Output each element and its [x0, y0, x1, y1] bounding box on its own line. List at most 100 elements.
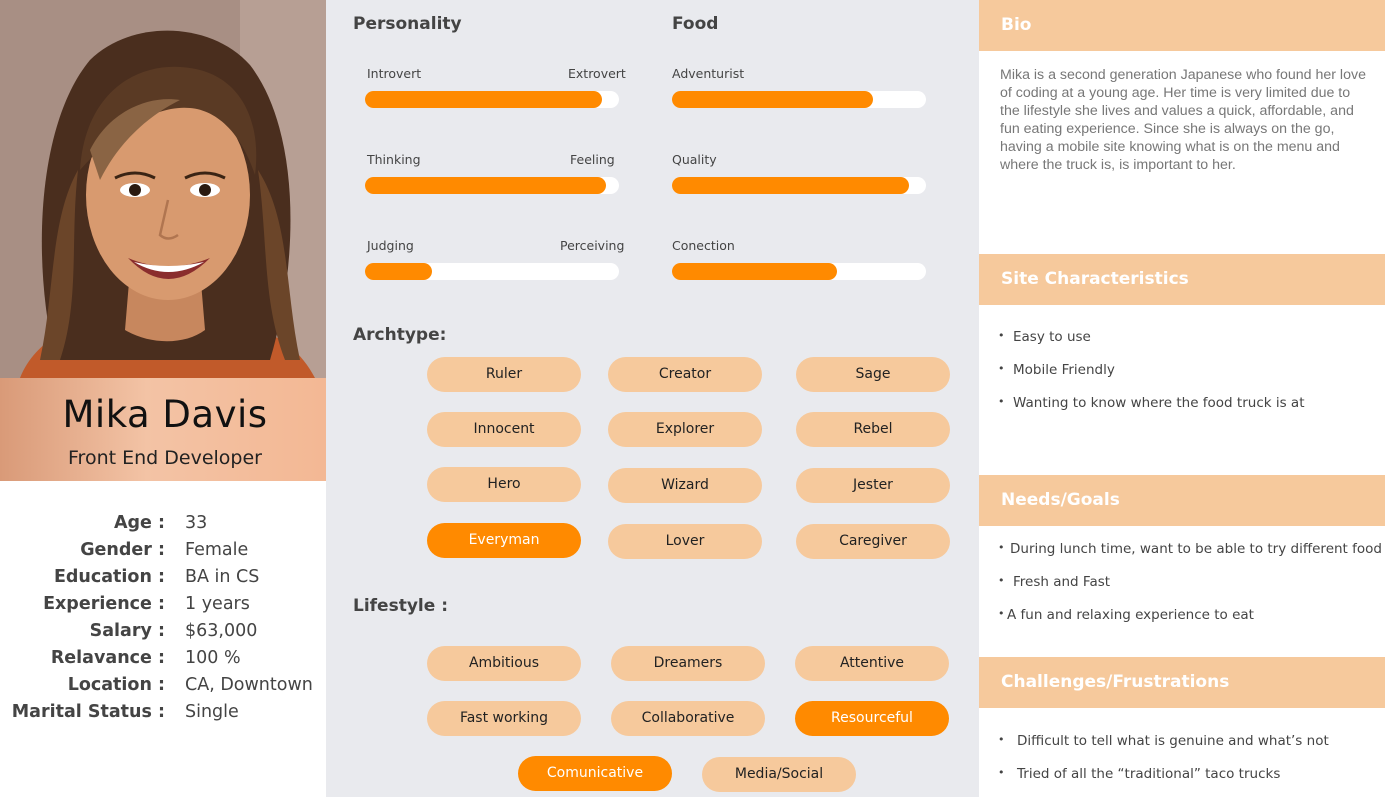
lifestyle-chip-comunicative[interactable]: Comunicative [518, 756, 672, 791]
scale-fill [365, 91, 603, 108]
persona-photo-illustration [0, 0, 326, 378]
fact-location: Location : CA, Downtown [0, 672, 326, 699]
fact-value: BA in CS [185, 567, 260, 587]
fact-label: Salary : [89, 621, 165, 641]
lifestyle-title: Lifestyle : [353, 596, 448, 616]
bullet-icon: • [998, 541, 1005, 554]
needs-goals-header: Needs/Goals [979, 475, 1385, 526]
personality-title: Personality [353, 14, 462, 34]
food-scale-adventurist [672, 91, 926, 108]
fact-salary: Salary : $63,000 [0, 618, 326, 645]
list-item-text: During lunch time, want to be able to tr… [1010, 541, 1385, 557]
fact-label: Gender : [80, 540, 165, 560]
bullet-icon: • [998, 733, 1005, 746]
details-panel: Bio Mika is a second generation Japanese… [979, 0, 1385, 801]
archetype-chip-hero[interactable]: Hero [427, 467, 581, 502]
fact-value: 1 years [185, 594, 250, 614]
fact-label: Age : [113, 513, 165, 533]
list-item-text: Tried of all the “traditional” taco truc… [1017, 766, 1281, 782]
archetype-chip-innocent[interactable]: Innocent [427, 412, 581, 447]
fact-gender: Gender : Female [0, 537, 326, 564]
archetype-chip-everyman[interactable]: Everyman [427, 523, 581, 558]
fact-education: Education : BA in CS [0, 564, 326, 591]
lifestyle-chip-fast-working[interactable]: Fast working [427, 701, 581, 736]
archetype-chip-lover[interactable]: Lover [608, 524, 762, 559]
bullet-icon: • [998, 329, 1005, 342]
bullet-icon: • [998, 766, 1005, 779]
fact-label: Education : [53, 567, 165, 587]
archetype-chip-sage[interactable]: Sage [796, 357, 950, 392]
list-item-text: Fresh and Fast [1013, 574, 1111, 590]
traits-panel: Personality Food Introvert Extrovert Thi… [326, 0, 979, 801]
fact-label: Marital Status : [11, 702, 165, 722]
personality-scale-thinking-feeling [365, 177, 619, 194]
scale-fill [365, 263, 433, 280]
archetype-chip-explorer[interactable]: Explorer [608, 412, 762, 447]
bio-title: Bio [1001, 15, 1032, 35]
list-item-text: Easy to use [1013, 329, 1091, 345]
fact-label: Location : [67, 675, 165, 695]
bottom-divider [0, 797, 1385, 801]
scale-left-label: Introvert [367, 66, 422, 81]
list-item-text: A fun and relaxing experience to eat [1007, 607, 1254, 623]
scale-right-label: Extrovert [568, 66, 626, 81]
fact-relevance: Relavance : 100 % [0, 645, 326, 672]
persona-photo [0, 0, 326, 378]
lifestyle-chip-attentive[interactable]: Attentive [795, 646, 949, 681]
archetype-chip-ruler[interactable]: Ruler [427, 357, 581, 392]
fact-label: Experience : [43, 594, 165, 614]
bullet-icon: • [998, 574, 1005, 587]
scale-right-label: Feeling [570, 152, 615, 167]
needs-goals-title: Needs/Goals [1001, 490, 1120, 510]
archetype-chip-rebel[interactable]: Rebel [796, 412, 950, 447]
persona-card: Mika Davis Front End Developer Age : 33 … [0, 0, 326, 801]
scale-left-label: Judging [367, 238, 414, 253]
fact-value: CA, Downtown [185, 675, 313, 695]
archetype-title: Archtype: [353, 325, 447, 345]
challenges-title: Challenges/Frustrations [1001, 672, 1230, 692]
bullet-icon: • [998, 607, 1005, 620]
persona-name: Mika Davis [62, 393, 268, 436]
list-item-text: Difficult to tell what is genuine and wh… [1017, 733, 1329, 749]
lifestyle-chip-dreamers[interactable]: Dreamers [611, 646, 765, 681]
site-characteristics-header: Site Characteristics [979, 254, 1385, 305]
bullet-icon: • [998, 395, 1005, 408]
bullet-icon: • [998, 362, 1005, 375]
persona-facts: Age : 33 Gender : Female Education : BA … [0, 510, 326, 726]
food-title: Food [672, 14, 719, 34]
list-item-text: Wanting to know where the food truck is … [1013, 395, 1305, 411]
fact-value: 100 % [185, 648, 241, 668]
lifestyle-chip-media-social[interactable]: Media/Social [702, 757, 856, 792]
fact-value: 33 [185, 513, 208, 533]
bio-text: Mika is a second generation Japanese who… [1000, 67, 1366, 173]
persona-role: Front End Developer [68, 447, 262, 469]
food-scale-label: Adventurist [672, 66, 745, 81]
bio-header: Bio [979, 0, 1385, 51]
fact-marital-status: Marital Status : Single [0, 699, 326, 726]
site-characteristics-title: Site Characteristics [1001, 269, 1189, 289]
food-scale-quality [672, 177, 926, 194]
personality-scale-judging-perceiving [365, 263, 619, 280]
archetype-chip-creator[interactable]: Creator [608, 357, 762, 392]
lifestyle-chip-collaborative[interactable]: Collaborative [611, 701, 765, 736]
fact-age: Age : 33 [0, 510, 326, 537]
fact-value: Female [185, 540, 249, 560]
scale-fill [672, 177, 910, 194]
scale-right-label: Perceiving [560, 238, 625, 253]
personality-scale-introvert-extrovert [365, 91, 619, 108]
lifestyle-chip-resourceful[interactable]: Resourceful [795, 701, 949, 736]
fact-value: $63,000 [185, 621, 258, 641]
fact-label: Relavance : [50, 648, 165, 668]
scale-left-label: Thinking [367, 152, 421, 167]
archetype-chip-wizard[interactable]: Wizard [608, 468, 762, 503]
challenges-header: Challenges/Frustrations [979, 657, 1385, 708]
fact-experience: Experience : 1 years [0, 591, 326, 618]
scale-fill [365, 177, 607, 194]
lifestyle-chip-ambitious[interactable]: Ambitious [427, 646, 581, 681]
food-scale-connection [672, 263, 926, 280]
scale-fill [672, 91, 873, 108]
fact-value: Single [185, 702, 239, 722]
list-item-text: Mobile Friendly [1013, 362, 1115, 378]
archetype-chip-caregiver[interactable]: Caregiver [796, 524, 950, 559]
archetype-chip-jester[interactable]: Jester [796, 468, 950, 503]
